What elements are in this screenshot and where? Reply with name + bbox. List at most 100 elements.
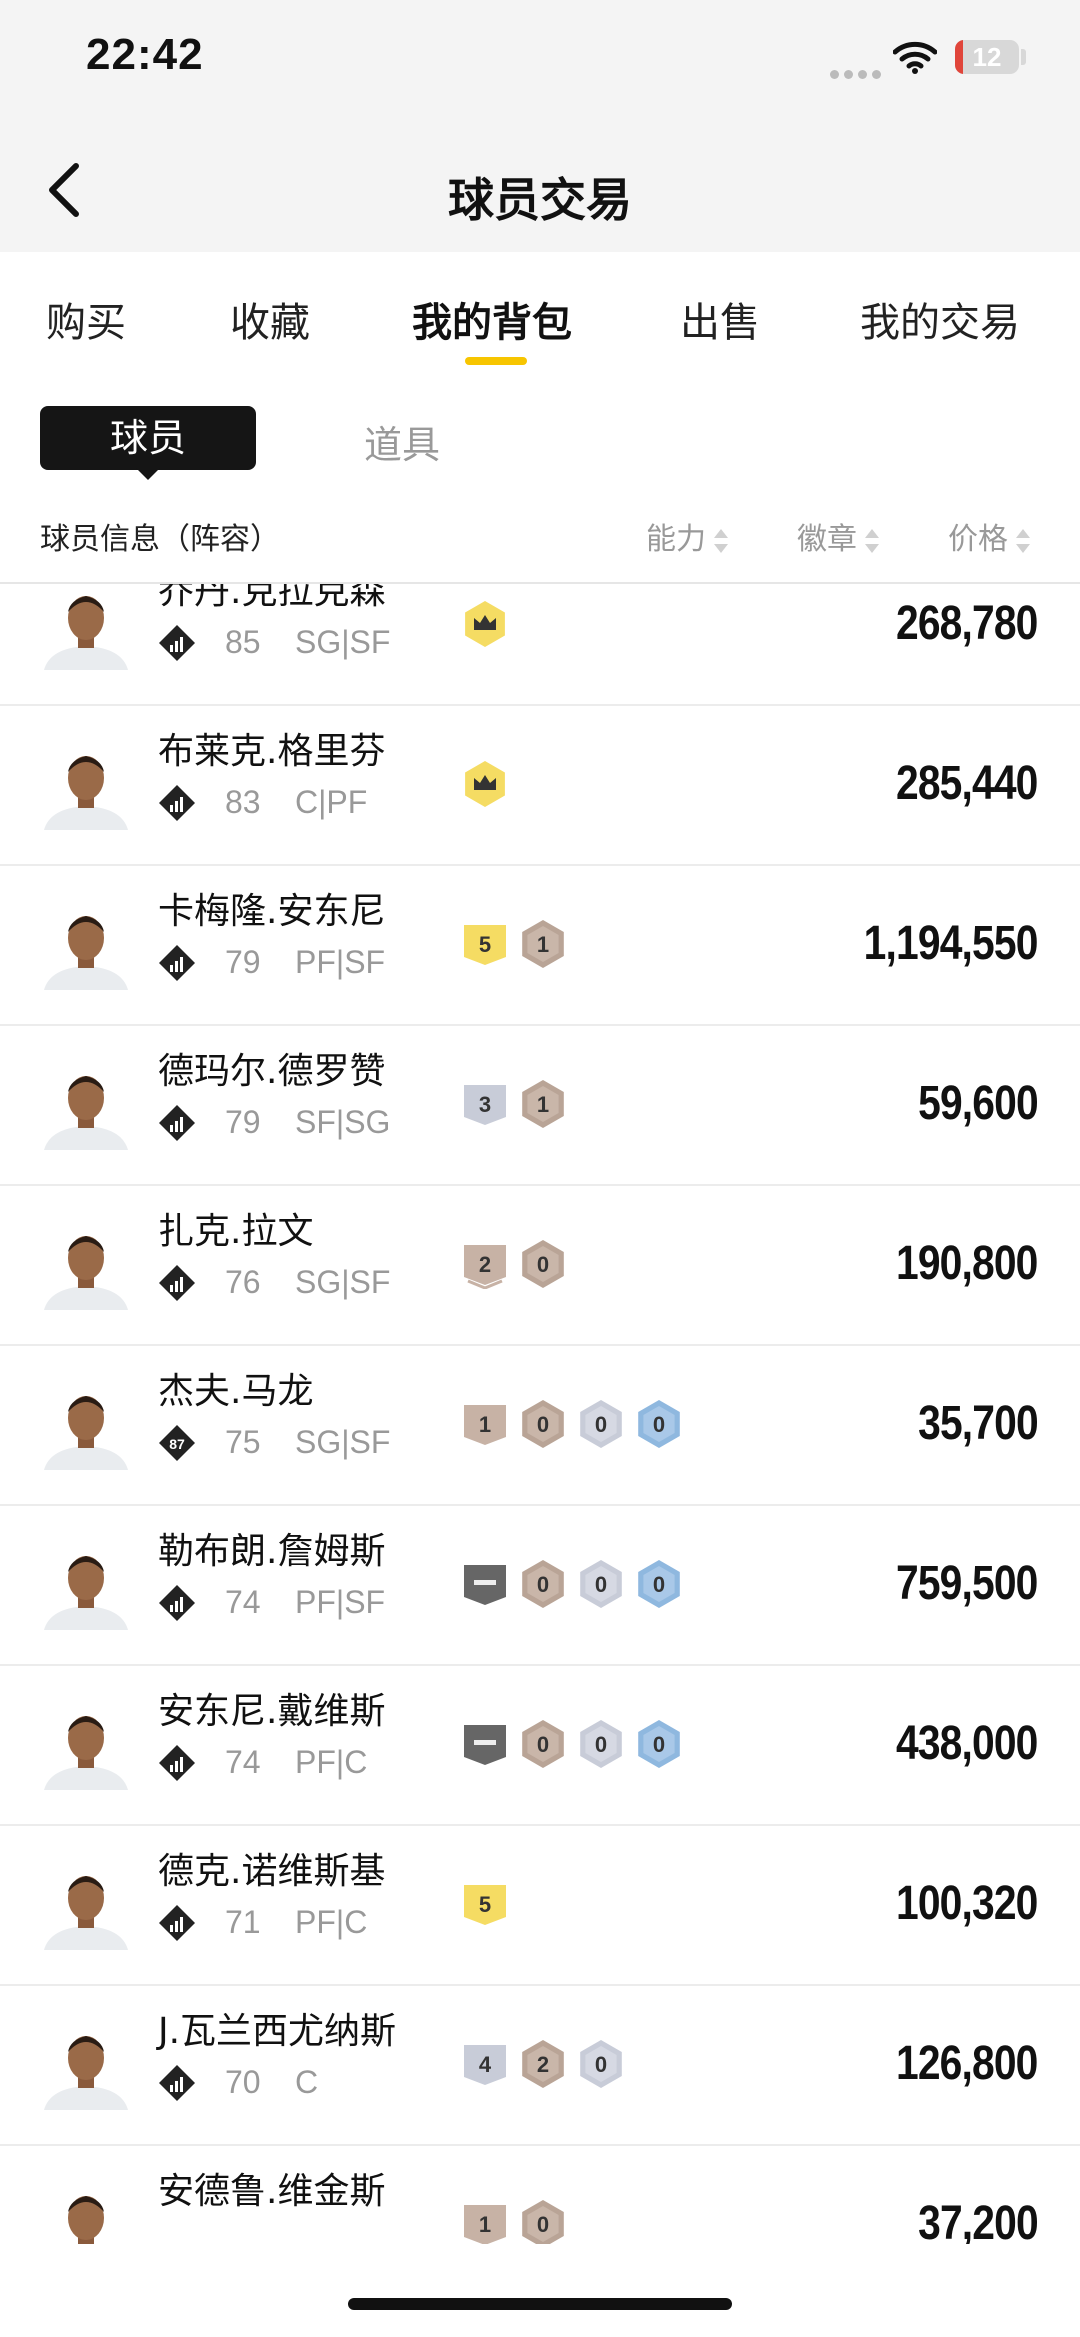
bronze-hex-badge-icon: 1 (522, 920, 564, 968)
player-price: 37,200 (918, 2197, 1039, 2244)
player-row[interactable]: 安东尼.戴维斯 74 PF|C 0 0 0 438,000 (0, 1664, 1080, 1826)
player-price: 438,000 (896, 1717, 1038, 1770)
segment-pointer (136, 468, 160, 480)
player-position: PF|SF (295, 944, 386, 980)
crown-badge-icon (465, 761, 505, 807)
player-name: 德玛尔.德罗赞 (158, 1051, 386, 1092)
player-price: 126,800 (896, 2037, 1038, 2090)
rating-icon (158, 1104, 196, 1142)
player-avatar (40, 1378, 132, 1470)
segment-props[interactable]: 道具 (364, 414, 440, 469)
player-avatar (40, 1858, 132, 1950)
sort-ability[interactable]: 能力 (646, 514, 728, 558)
bronze-hex-badge-icon: 0 (522, 2200, 564, 2244)
badge-label: 0 (537, 2212, 549, 2237)
player-list[interactable]: 乔丹.克拉克森 85 SG|SF 268,780 布莱克.格里芬 83 C|PF 285,44… (0, 584, 1080, 2244)
player-rating: 74 (225, 1744, 261, 1780)
player-avatar (40, 738, 132, 830)
player-row[interactable]: J.瓦兰西尤纳斯 70 C 4 2 0 126,800 (0, 1984, 1080, 2146)
badge-label: 0 (595, 1412, 607, 1437)
badge-label: 3 (479, 1092, 491, 1117)
player-row[interactable]: 杰夫.马龙 87 75 SG|SF 1 0 0 0 35,700 (0, 1344, 1080, 1506)
player-name: 德克.诺维斯基 (158, 1851, 386, 1892)
sort-price[interactable]: 价格 (948, 514, 1030, 558)
rating-icon (158, 1904, 196, 1942)
player-position: SG|SF (295, 1424, 391, 1460)
player-position: SG|SF (295, 624, 391, 660)
column-player-info: 球员信息（阵容） (40, 522, 280, 557)
badge-label: 2 (537, 2052, 549, 2077)
player-row[interactable]: 德玛尔.德罗赞 79 SF|SG 3 1 59,600 (0, 1024, 1080, 1186)
rating-icon (158, 624, 196, 662)
player-avatar (40, 2178, 132, 2244)
tab-my-backpack[interactable]: 我的背包 (412, 290, 572, 348)
bronze-tier-badge-icon: 1 (464, 2205, 506, 2244)
player-avatar (40, 1058, 132, 1150)
home-indicator[interactable] (348, 2298, 732, 2310)
signal-icon (830, 64, 886, 83)
player-row[interactable]: 卡梅隆.安东尼 79 PF|SF 5 1 1,194,550 (0, 864, 1080, 1026)
sort-icon (714, 528, 728, 553)
player-rating: 83 (225, 784, 261, 820)
player-rating: 85 (225, 624, 261, 660)
player-price: 1,194,550 (864, 917, 1039, 970)
silver-hex-badge-icon: 0 (580, 2040, 622, 2088)
player-rating: 79 (225, 1104, 261, 1140)
rating-icon (158, 1744, 196, 1782)
player-row[interactable]: 德克.诺维斯基 71 PF|C 5 100,320 (0, 1824, 1080, 1986)
sort-badge-label: 徽章 (797, 522, 857, 557)
battery-text: 12 (972, 42, 1002, 72)
badge-label: 0 (595, 1572, 607, 1597)
player-position: PF|SF (295, 1584, 386, 1620)
segment-players[interactable]: 球员 (40, 406, 256, 470)
rating-icon (158, 2064, 196, 2102)
tab-favorites[interactable]: 收藏 (230, 290, 310, 348)
rating-icon: 87 (158, 1424, 196, 1462)
sort-price-label: 价格 (948, 522, 1008, 557)
silver-hex-badge-icon: 0 (580, 1560, 622, 1608)
svg-text:87: 87 (169, 1436, 185, 1452)
rating-icon (158, 944, 196, 982)
player-price: 268,780 (896, 597, 1038, 650)
player-rating: 71 (225, 1904, 261, 1940)
player-name: J.瓦兰西尤纳斯 (158, 2011, 397, 2052)
player-position: C|PF (295, 784, 368, 820)
dark-tier-badge-icon (464, 1725, 506, 1765)
bronze-tier-badge-icon: 2 (464, 1245, 506, 1289)
badge-label: 1 (537, 932, 549, 957)
player-row[interactable]: 安德鲁.维金斯 1 0 37,200 (0, 2144, 1080, 2244)
blue-hex-badge-icon: 0 (638, 1400, 680, 1448)
badge-label: 0 (537, 1732, 549, 1757)
player-row[interactable]: 勒布朗.詹姆斯 74 PF|SF 0 0 0 759,500 (0, 1504, 1080, 1666)
badge-label: 4 (479, 2052, 492, 2077)
blue-hex-badge-icon: 0 (638, 1560, 680, 1608)
badge-label: 1 (537, 1092, 549, 1117)
badge-label: 2 (479, 1252, 491, 1277)
badge-label: 0 (653, 1572, 665, 1597)
player-position: SG|SF (295, 1264, 391, 1300)
badge-label: 0 (653, 1412, 665, 1437)
player-avatar (40, 1698, 132, 1790)
silver-hex-badge-icon: 0 (580, 1720, 622, 1768)
tab-my-trades[interactable]: 我的交易 (860, 290, 1020, 348)
sort-badge[interactable]: 徽章 (797, 514, 879, 558)
bronze-hex-badge-icon: 1 (522, 1080, 564, 1128)
player-rating: 74 (225, 1584, 261, 1620)
badge-label: 1 (479, 2212, 491, 2237)
badge-label: 0 (537, 1412, 549, 1437)
player-price: 285,440 (896, 757, 1038, 810)
badge-label: 0 (653, 1732, 665, 1757)
player-row[interactable]: 乔丹.克拉克森 85 SG|SF 268,780 (0, 584, 1080, 706)
badge-label: 0 (537, 1572, 549, 1597)
player-row[interactable]: 布莱克.格里芬 83 C|PF 285,440 (0, 704, 1080, 866)
player-position: PF|C (295, 1744, 368, 1780)
column-header: 球员信息（阵容） 能力 徽章 价格 (0, 500, 1080, 584)
player-avatar (40, 898, 132, 990)
player-position: PF|C (295, 1904, 368, 1940)
player-row[interactable]: 扎克.拉文 76 SG|SF 2 0 190,800 (0, 1184, 1080, 1346)
tab-buy[interactable]: 购买 (46, 290, 126, 348)
crown-badge-icon (465, 601, 505, 647)
player-name: 乔丹.克拉克森 (158, 584, 386, 612)
player-name: 扎克.拉文 (158, 1211, 314, 1252)
tab-sell[interactable]: 出售 (680, 290, 760, 348)
